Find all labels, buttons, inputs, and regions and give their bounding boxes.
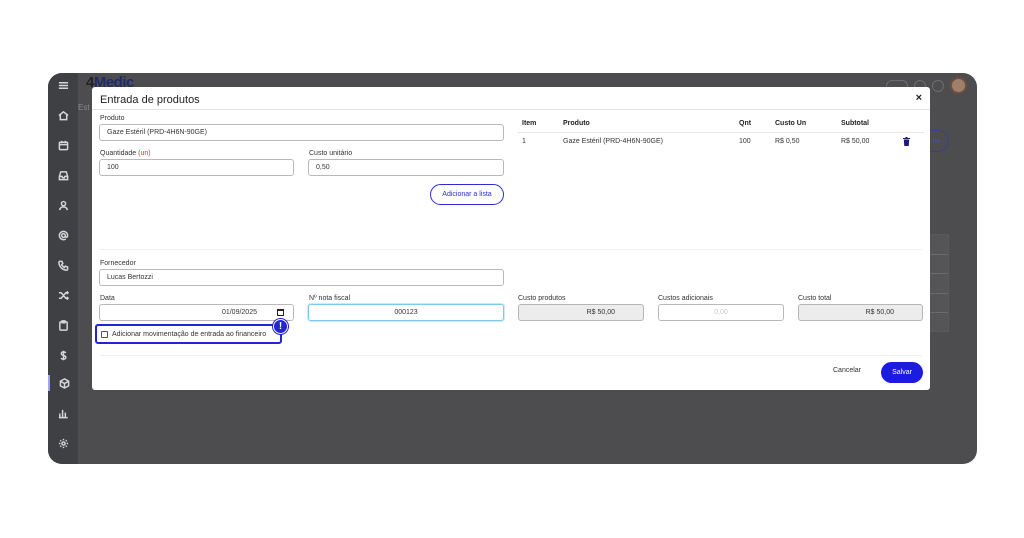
cell-qnt: 100: [739, 138, 751, 145]
unit-label: (un): [138, 150, 151, 157]
calendar-icon[interactable]: [48, 137, 78, 153]
column-header-subtotal: Subtotal: [841, 120, 869, 127]
column-header-custo-un: Custo Un: [775, 120, 807, 127]
save-button[interactable]: Salvar: [881, 362, 923, 383]
financeiro-checkbox[interactable]: [101, 330, 108, 338]
home-icon[interactable]: [48, 107, 78, 123]
column-header-produto: Produto: [563, 120, 590, 127]
cell-produto: Gaze Estéril (PRD-4H6N-90GE): [563, 138, 663, 145]
produto-label: Produto: [100, 115, 125, 122]
at-icon[interactable]: [48, 227, 78, 243]
divider: [100, 249, 922, 250]
produto-select[interactable]: Gaze Estéril (PRD-4H6N-90GE): [99, 124, 504, 141]
user-icon[interactable]: [48, 197, 78, 213]
custos-adicionais-label: Custos adicionais: [658, 295, 713, 302]
menu-icon[interactable]: [48, 77, 78, 93]
quantidade-label: Quantidade (un): [100, 150, 151, 157]
data-value: 01/09/2025: [221, 309, 257, 316]
help-icon[interactable]: [932, 79, 944, 92]
inbox-icon[interactable]: [48, 167, 78, 183]
phone-icon[interactable]: [48, 257, 78, 273]
avatar[interactable]: [950, 77, 967, 94]
data-input[interactable]: 01/09/2025: [99, 304, 294, 321]
cell-item: 1: [522, 138, 526, 145]
add-to-list-button[interactable]: Adicionar a lista: [430, 184, 504, 205]
column-header-qnt: Qnt: [739, 120, 752, 127]
cell-custo-un: R$ 0,50: [775, 138, 800, 145]
financeiro-checkbox-label: Adicionar movimentação de entrada ao fin…: [112, 330, 267, 338]
product-entry-modal: Entrada de produtos × Produto Gaze Estér…: [92, 87, 930, 390]
custo-produtos-field: R$ 50,00: [518, 304, 644, 321]
custo-unitario-label: Custo unitário: [309, 150, 353, 157]
gear-icon[interactable]: [48, 435, 78, 451]
box-icon[interactable]: [48, 375, 78, 391]
nota-fiscal-label: Nº nota fiscal: [309, 295, 351, 302]
divider: [92, 109, 930, 110]
cancel-button[interactable]: Cancelar: [833, 367, 861, 374]
close-button[interactable]: ×: [916, 92, 922, 104]
custo-total-field: R$ 50,00: [798, 304, 923, 321]
financeiro-checkbox-row[interactable]: Adicionar movimentação de entrada ao fin…: [95, 324, 282, 344]
quantidade-input[interactable]: 100: [99, 159, 294, 176]
fornecedor-label: Fornecedor: [100, 260, 136, 267]
trash-icon[interactable]: [903, 137, 910, 146]
shuffle-icon[interactable]: [48, 287, 78, 303]
cell-subtotal: R$ 50,00: [841, 138, 870, 145]
custos-adicionais-input[interactable]: 0,00: [658, 304, 784, 321]
modal-title: Entrada de produtos: [100, 94, 200, 106]
dollar-icon[interactable]: [48, 347, 78, 363]
fornecedor-select[interactable]: Lucas Bertozzi: [99, 269, 504, 286]
divider: [100, 355, 922, 356]
divider: [518, 132, 924, 133]
custo-total-label: Custo total: [798, 295, 832, 302]
alert-icon: !: [273, 319, 288, 334]
column-header-item: Item: [522, 120, 537, 127]
custo-produtos-label: Custo produtos: [518, 295, 566, 302]
nota-fiscal-input[interactable]: 000123: [308, 304, 504, 321]
calendar-icon[interactable]: [277, 309, 284, 316]
breadcrumb: Est: [78, 103, 90, 112]
data-label: Data: [100, 295, 115, 302]
chart-icon[interactable]: [48, 405, 78, 421]
sidebar: [48, 73, 78, 464]
clipboard-icon[interactable]: [48, 317, 78, 333]
custo-unitario-input[interactable]: 0,50: [308, 159, 504, 176]
